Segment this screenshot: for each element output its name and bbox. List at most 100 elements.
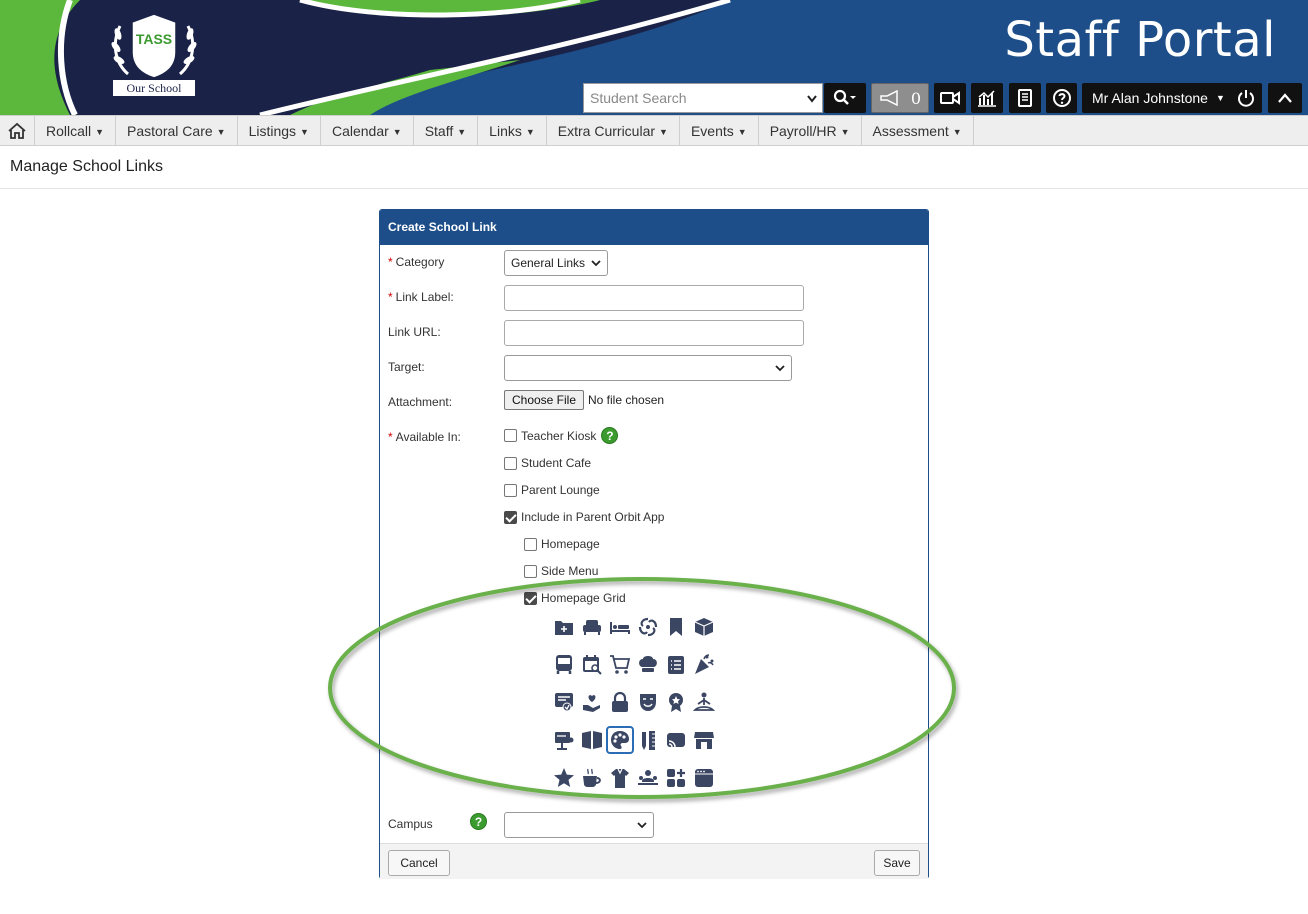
bed-icon[interactable] bbox=[608, 615, 632, 639]
calendar-search-icon[interactable] bbox=[580, 652, 604, 676]
announcements-button[interactable]: 0 bbox=[871, 83, 929, 113]
meditation-icon[interactable] bbox=[692, 690, 716, 714]
nav-listings[interactable]: Listings ▼ bbox=[238, 116, 321, 146]
homepage-grid-option[interactable]: Homepage Grid bbox=[524, 591, 626, 605]
nav-label: Calendar bbox=[331, 123, 389, 139]
box-icon[interactable] bbox=[692, 615, 716, 639]
armchair-icon[interactable] bbox=[580, 615, 604, 639]
celebration-icon[interactable] bbox=[692, 652, 716, 676]
nav-staff[interactable]: Staff ▼ bbox=[414, 116, 479, 146]
bus-icon[interactable] bbox=[552, 652, 576, 676]
clipboard-list-icon[interactable] bbox=[664, 652, 688, 676]
pencil-ruler-icon[interactable] bbox=[636, 728, 660, 752]
logo-initials: TASS bbox=[136, 31, 172, 47]
nav-home[interactable] bbox=[0, 116, 35, 146]
student-search-input[interactable]: Student Search bbox=[583, 83, 823, 113]
side-menu-checkbox[interactable] bbox=[524, 564, 537, 578]
power-icon[interactable] bbox=[1236, 88, 1256, 108]
parent-orbit-checkbox[interactable] bbox=[504, 510, 517, 524]
nav-assessment[interactable]: Assessment ▼ bbox=[862, 116, 974, 146]
nav-label: Links bbox=[489, 123, 522, 139]
chef-hat-icon[interactable] bbox=[636, 652, 660, 676]
coffee-icon[interactable] bbox=[580, 766, 604, 790]
help-icon[interactable]: ? bbox=[470, 813, 487, 830]
choose-file-button[interactable]: Choose File bbox=[504, 390, 584, 410]
file-status: No file chosen bbox=[588, 393, 665, 407]
analytics-button[interactable] bbox=[971, 83, 1003, 113]
available-in-label: * Available In: bbox=[388, 430, 461, 444]
nav-pastoral-care[interactable]: Pastoral Care ▼ bbox=[116, 116, 238, 146]
theatre-mask-icon[interactable] bbox=[636, 690, 660, 714]
bookmark-icon[interactable] bbox=[664, 615, 688, 639]
option-label: Teacher Kiosk bbox=[521, 428, 597, 443]
star-icon[interactable] bbox=[552, 766, 576, 790]
chevron-up-icon bbox=[1278, 93, 1292, 103]
nav-extra-curricular[interactable]: Extra Curricular ▼ bbox=[547, 116, 680, 146]
help-icon[interactable]: ? bbox=[601, 427, 619, 444]
help-button[interactable] bbox=[1046, 83, 1077, 113]
link-label-input[interactable] bbox=[504, 285, 804, 311]
nav-payroll-hr[interactable]: Payroll/HR ▼ bbox=[759, 116, 862, 146]
uniform-icon[interactable] bbox=[608, 766, 632, 790]
nav-label: Listings bbox=[248, 123, 297, 139]
nav-calendar[interactable]: Calendar ▼ bbox=[321, 116, 414, 146]
portal-header: TASS Our School Staff Portal Student Sea… bbox=[0, 0, 1308, 115]
option-label: Homepage bbox=[541, 537, 600, 551]
people-icon[interactable] bbox=[636, 766, 660, 790]
caret-down-icon: ▼ bbox=[840, 127, 850, 137]
presentation-icon[interactable] bbox=[552, 728, 576, 752]
option-label: Homepage Grid bbox=[541, 591, 626, 605]
caret-down-icon: ▼ bbox=[300, 127, 309, 137]
handbook-button[interactable] bbox=[1009, 83, 1041, 113]
chart-icon bbox=[978, 90, 996, 107]
target-label: Target: bbox=[388, 360, 425, 374]
link-url-input[interactable] bbox=[504, 320, 804, 346]
parent-lounge-checkbox[interactable] bbox=[504, 483, 517, 497]
side-menu-option[interactable]: Side Menu bbox=[524, 564, 598, 578]
panel-footer: Cancel Save bbox=[380, 843, 928, 879]
folder-plus-icon[interactable] bbox=[552, 615, 576, 639]
teacher-kiosk-checkbox[interactable] bbox=[504, 429, 517, 442]
nav-events[interactable]: Events ▼ bbox=[680, 116, 759, 146]
lock-icon[interactable] bbox=[608, 690, 632, 714]
award-icon[interactable] bbox=[664, 690, 688, 714]
homepage-checkbox[interactable] bbox=[524, 537, 537, 551]
store-icon[interactable] bbox=[692, 728, 716, 752]
portal-title: Staff Portal bbox=[1004, 12, 1276, 68]
cart-icon[interactable] bbox=[608, 652, 632, 676]
parent-orbit-option[interactable]: Include in Parent Orbit App bbox=[504, 510, 664, 524]
book-icon bbox=[1018, 89, 1032, 107]
option-label: Student Cafe bbox=[521, 456, 592, 470]
book-open-icon[interactable] bbox=[580, 728, 604, 752]
video-camera-icon bbox=[940, 91, 960, 105]
palette-icon[interactable] bbox=[606, 726, 634, 754]
teacher-kiosk-option[interactable]: Teacher Kiosk ? bbox=[504, 427, 619, 444]
campus-select[interactable] bbox=[504, 812, 654, 838]
storm-icon[interactable] bbox=[636, 615, 660, 639]
chevron-down-icon bbox=[591, 251, 601, 284]
homepage-option[interactable]: Homepage bbox=[524, 537, 600, 551]
option-label: Parent Lounge bbox=[521, 483, 600, 497]
parent-lounge-option[interactable]: Parent Lounge bbox=[504, 483, 600, 497]
category-select[interactable]: General Links bbox=[504, 250, 608, 276]
apps-add-icon[interactable] bbox=[664, 766, 688, 790]
heart-hand-icon[interactable] bbox=[580, 690, 604, 714]
certificate-icon[interactable] bbox=[552, 690, 576, 714]
cast-icon[interactable] bbox=[664, 728, 688, 752]
nav-rollcall[interactable]: Rollcall ▼ bbox=[35, 116, 117, 146]
nav-links[interactable]: Links ▼ bbox=[478, 116, 547, 146]
cancel-button[interactable]: Cancel bbox=[388, 850, 450, 876]
homepage-grid-checkbox[interactable] bbox=[524, 591, 537, 605]
category-value: General Links bbox=[511, 256, 586, 270]
student-cafe-checkbox[interactable] bbox=[504, 456, 517, 470]
collapse-header-button[interactable] bbox=[1268, 83, 1302, 113]
nav-label: Assessment bbox=[872, 123, 949, 139]
video-button[interactable] bbox=[934, 83, 966, 113]
caret-down-icon: ▼ bbox=[392, 127, 402, 137]
save-button[interactable]: Save bbox=[874, 850, 920, 876]
browser-window-icon[interactable] bbox=[692, 766, 716, 790]
student-cafe-option[interactable]: Student Cafe bbox=[504, 456, 591, 470]
search-button[interactable] bbox=[824, 83, 866, 113]
user-menu-button[interactable]: Mr Alan Johnstone ▼ bbox=[1082, 83, 1262, 113]
target-select[interactable] bbox=[504, 355, 792, 381]
